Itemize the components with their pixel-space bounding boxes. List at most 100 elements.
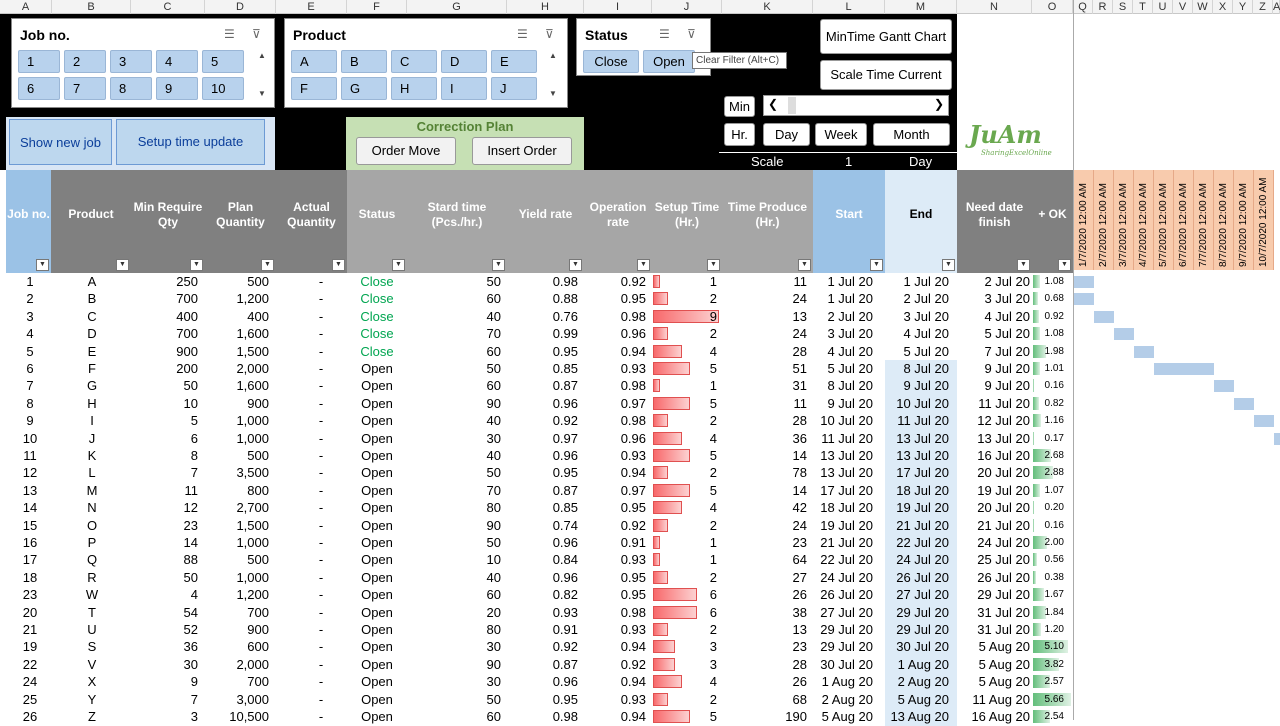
table-cell[interactable]: 26 Jul 20 — [885, 569, 949, 586]
table-cell[interactable]: 2.88 — [1032, 464, 1072, 481]
table-cell[interactable]: 0.94 — [584, 343, 646, 360]
table-cell[interactable]: 19 Jul 20 — [957, 482, 1030, 499]
min-button[interactable]: Min — [724, 96, 755, 117]
table-cell[interactable]: 0.96 — [507, 395, 578, 412]
table-cell[interactable]: 21 — [0, 621, 60, 638]
table-cell[interactable]: 0.95 — [584, 290, 646, 307]
table-cell[interactable]: 0.16 — [1032, 517, 1072, 534]
table-cell[interactable]: 60 — [407, 290, 501, 307]
table-cell[interactable]: 19 Jul 20 — [813, 517, 873, 534]
table-cell[interactable]: Open — [347, 586, 407, 603]
table-cell[interactable]: 70 — [407, 325, 501, 342]
product-slicer-item[interactable]: D — [441, 50, 487, 73]
table-cell[interactable]: 0.85 — [507, 499, 578, 516]
table-cell[interactable]: 31 — [722, 377, 807, 394]
table-cell[interactable]: 0.99 — [507, 325, 578, 342]
table-cell[interactable]: 1,200 — [205, 586, 269, 603]
table-cell[interactable]: 2.68 — [1032, 447, 1072, 464]
table-cell[interactable]: Open — [347, 517, 407, 534]
column-letter[interactable]: D — [205, 0, 276, 14]
table-cell[interactable]: 29 Jul 20 — [957, 586, 1030, 603]
table-cell[interactable]: 50 — [407, 691, 501, 708]
filter-dropdown-icon[interactable]: ▼ — [942, 259, 955, 271]
order-move-button[interactable]: Order Move — [356, 137, 456, 165]
table-cell[interactable]: 13 Jul 20 — [885, 430, 949, 447]
table-cell[interactable]: 2 — [652, 325, 717, 342]
table-cell[interactable]: D — [52, 325, 132, 342]
table-cell[interactable]: Open — [347, 395, 407, 412]
table-cell[interactable]: 200 — [131, 360, 198, 377]
table-cell[interactable]: 13 Aug 20 — [885, 708, 949, 725]
table-cell[interactable]: 20 — [407, 604, 501, 621]
table-cell[interactable]: 30 — [131, 656, 198, 673]
filter-dropdown-icon[interactable]: ▼ — [392, 259, 405, 271]
table-cell[interactable]: 1 Aug 20 — [813, 673, 873, 690]
table-cell[interactable]: 0.91 — [584, 534, 646, 551]
table-cell[interactable]: Open — [347, 412, 407, 429]
table-cell[interactable]: 5 — [652, 447, 717, 464]
job-slicer-item[interactable]: 3 — [110, 50, 152, 73]
clear-filter-icon[interactable]: ⊽ — [252, 27, 261, 41]
table-cell[interactable]: 29 Jul 20 — [885, 621, 949, 638]
table-cell[interactable]: 26 — [722, 586, 807, 603]
multi-select-icon[interactable]: ☰ — [224, 27, 235, 41]
table-cell[interactable]: 0.98 — [584, 412, 646, 429]
table-cell[interactable]: Open — [347, 656, 407, 673]
table-cell[interactable]: 0.92 — [507, 412, 578, 429]
table-cell[interactable]: Open — [347, 482, 407, 499]
scroll-down-icon[interactable]: ▼ — [547, 89, 559, 98]
insert-order-button[interactable]: Insert Order — [472, 137, 572, 165]
table-cell[interactable]: 2 Jul 20 — [957, 273, 1030, 290]
table-cell[interactable]: 5.10 — [1032, 638, 1072, 655]
table-cell[interactable]: 90 — [407, 395, 501, 412]
table-cell[interactable]: 1.08 — [1032, 325, 1072, 342]
table-cell[interactable]: 0.94 — [584, 708, 646, 725]
table-cell[interactable]: L — [52, 464, 132, 481]
table-cell[interactable]: 5 Aug 20 — [813, 708, 873, 725]
table-cell[interactable]: 0.98 — [584, 604, 646, 621]
table-cell[interactable]: 1,600 — [205, 377, 269, 394]
table-cell[interactable]: 3.82 — [1032, 656, 1072, 673]
table-cell[interactable]: 6 — [0, 360, 60, 377]
table-cell[interactable]: 0.97 — [584, 395, 646, 412]
table-cell[interactable]: 0.98 — [584, 308, 646, 325]
table-cell[interactable]: Close — [347, 308, 407, 325]
table-cell[interactable]: 4 Jul 20 — [885, 325, 949, 342]
filter-dropdown-icon[interactable]: ▼ — [1017, 259, 1030, 271]
table-cell[interactable]: 8 — [0, 395, 60, 412]
table-cell[interactable]: 0.96 — [584, 430, 646, 447]
table-cell[interactable]: 50 — [407, 534, 501, 551]
table-cell[interactable]: 11 Jul 20 — [957, 395, 1030, 412]
hour-button[interactable]: Hr. — [724, 123, 755, 146]
table-cell[interactable]: 0.96 — [584, 325, 646, 342]
table-cell[interactable]: 3 Jul 20 — [957, 290, 1030, 307]
table-cell[interactable]: 2 — [652, 569, 717, 586]
table-cell[interactable]: 50 — [407, 464, 501, 481]
table-cell[interactable]: 31 Jul 20 — [957, 621, 1030, 638]
table-cell[interactable]: 5 Jul 20 — [957, 325, 1030, 342]
status-close-button[interactable]: Close — [583, 50, 639, 73]
table-cell[interactable]: 1 — [652, 534, 717, 551]
table-cell[interactable]: 0.38 — [1032, 569, 1072, 586]
table-cell[interactable]: B — [52, 290, 132, 307]
table-cell[interactable]: 0.92 — [1032, 308, 1072, 325]
table-cell[interactable]: 17 Jul 20 — [813, 482, 873, 499]
table-cell[interactable]: 3 — [652, 656, 717, 673]
table-cell[interactable]: 17 — [0, 551, 60, 568]
table-cell[interactable]: 600 — [205, 638, 269, 655]
table-cell[interactable]: 0.74 — [507, 517, 578, 534]
table-cell[interactable]: 10 — [0, 430, 60, 447]
table-cell[interactable]: 1,600 — [205, 325, 269, 342]
table-cell[interactable]: Open — [347, 447, 407, 464]
table-cell[interactable]: 5 Jul 20 — [813, 360, 873, 377]
table-cell[interactable]: 0.82 — [507, 586, 578, 603]
table-cell[interactable]: 50 — [131, 377, 198, 394]
table-cell[interactable]: 5 Aug 20 — [957, 656, 1030, 673]
table-cell[interactable]: 29 Jul 20 — [813, 621, 873, 638]
table-cell[interactable]: 27 Jul 20 — [813, 604, 873, 621]
table-cell[interactable]: 2 — [652, 691, 717, 708]
table-cell[interactable]: 60 — [407, 343, 501, 360]
table-cell[interactable]: 2 — [652, 464, 717, 481]
table-cell[interactable]: 14 — [722, 447, 807, 464]
table-cell[interactable]: 1.67 — [1032, 586, 1072, 603]
